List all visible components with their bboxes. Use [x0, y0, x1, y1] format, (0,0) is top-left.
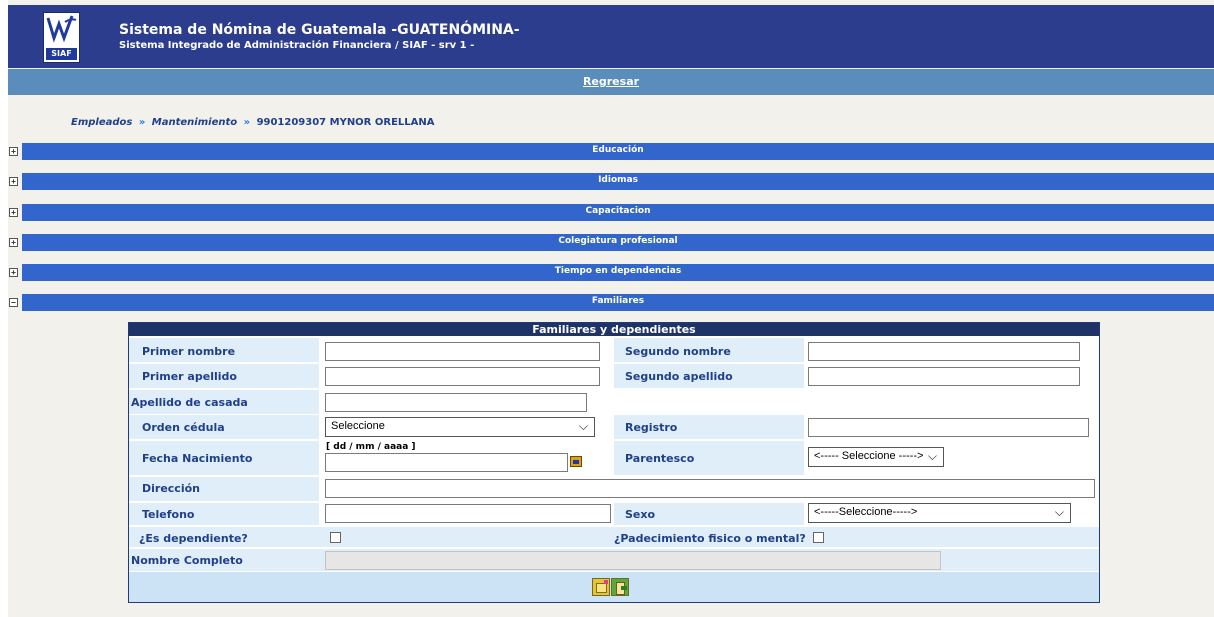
section-bar-idiomas[interactable]: Idiomas: [22, 173, 1214, 190]
label-telefono: Telefono: [142, 508, 195, 521]
back-link[interactable]: Regresar: [583, 75, 639, 88]
breadcrumb-item-empleados[interactable]: Empleados: [71, 117, 132, 128]
section-bar-educacion[interactable]: Educación: [22, 143, 1214, 160]
label-orden-cedula: Orden cédula: [142, 421, 225, 434]
expand-icon[interactable]: +: [9, 268, 18, 277]
label-nombre-completo: Nombre Completo: [131, 554, 243, 567]
system-title: Sistema de Nómina de Guatemala -GUATENÓM…: [119, 22, 520, 38]
breadcrumb-item-mantenimiento[interactable]: Mantenimiento: [152, 117, 237, 128]
label-sexo: Sexo: [625, 508, 656, 521]
label-registro: Registro: [625, 421, 678, 434]
label-apellido-casada: Apellido de casada: [131, 396, 248, 409]
section-bar-familiares[interactable]: Familiares: [22, 294, 1214, 311]
breadcrumb: Empleados » Mantenimiento » 9901209307 M…: [71, 117, 435, 128]
form-title: Familiares y dependientes: [129, 323, 1099, 336]
label-es-dependiente: ¿Es dependiente?: [139, 532, 248, 545]
label-padecimiento: ¿Padecimiento fisico o mental?: [614, 532, 806, 545]
calendar-icon[interactable]: [570, 456, 582, 467]
exit-icon[interactable]: [611, 578, 629, 596]
app-header: SIAF Sistema de Nómina de Guatemala -GUA…: [8, 5, 1214, 68]
es-dependiente-checkbox[interactable]: [330, 532, 341, 543]
section-bar-capacitacion[interactable]: Capacitacion: [22, 204, 1214, 221]
label-segundo-apellido: Segundo apellido: [625, 370, 733, 383]
telefono-input[interactable]: [325, 504, 611, 523]
padecimiento-checkbox[interactable]: [813, 532, 824, 543]
primer-nombre-input[interactable]: [325, 342, 600, 361]
orden-cedula-selected: Seleccione: [331, 420, 385, 432]
section-bar-colegiatura[interactable]: Colegiatura profesional: [22, 234, 1214, 251]
nombre-completo-input: [325, 551, 941, 570]
chevron-down-icon: ⌵: [1054, 505, 1064, 519]
segundo-apellido-input[interactable]: [808, 367, 1080, 386]
chevron-down-icon: ⌵: [927, 449, 937, 463]
sexo-selected: <-----Seleccione----->: [814, 506, 918, 518]
page: SIAF Sistema de Nómina de Guatemala -GUA…: [8, 0, 1214, 617]
expand-icon[interactable]: +: [9, 147, 18, 156]
orden-cedula-select[interactable]: Seleccione ⌵: [325, 417, 595, 437]
siaf-logo: SIAF: [43, 12, 80, 63]
back-bar: Regresar: [8, 69, 1214, 95]
system-subtitle: Sistema Integrado de Administración Fina…: [119, 40, 475, 51]
label-parentesco: Parentesco: [625, 452, 695, 465]
breadcrumb-separator-icon: »: [243, 117, 251, 128]
apellido-casada-input[interactable]: [325, 393, 587, 412]
direccion-input[interactable]: [325, 479, 1095, 498]
collapse-icon[interactable]: −: [9, 298, 18, 307]
form-actions: [129, 572, 1099, 602]
sexo-select[interactable]: <-----Seleccione-----> ⌵: [808, 503, 1071, 523]
section-educacion: + Educación: [8, 143, 1214, 160]
expand-icon[interactable]: +: [9, 208, 18, 217]
parentesco-selected: <----- Seleccione ----->: [814, 450, 924, 462]
label-fecha-nacimiento: Fecha Nacimiento: [142, 452, 253, 465]
breadcrumb-separator-icon: »: [138, 117, 146, 128]
section-idiomas: + Idiomas: [8, 173, 1214, 190]
new-record-icon[interactable]: [592, 578, 610, 596]
primer-apellido-input[interactable]: [325, 367, 600, 386]
fecha-nacimiento-input[interactable]: [325, 453, 568, 472]
segundo-nombre-input[interactable]: [808, 342, 1080, 361]
section-colegiatura: + Colegiatura profesional: [8, 234, 1214, 251]
section-capacitacion: + Capacitacion: [8, 204, 1214, 221]
chevron-down-icon: ⌵: [578, 419, 588, 433]
section-tiempo-dependencias: + Tiempo en dependencias: [8, 264, 1214, 281]
section-bar-tiempo-dependencias[interactable]: Tiempo en dependencias: [22, 264, 1214, 281]
label-primer-nombre: Primer nombre: [142, 345, 236, 358]
label-primer-apellido: Primer apellido: [142, 370, 237, 383]
label-direccion: Dirección: [142, 482, 200, 495]
parentesco-select[interactable]: <----- Seleccione -----> ⌵: [808, 447, 944, 467]
section-familiares: − Familiares: [8, 294, 1214, 311]
expand-icon[interactable]: +: [9, 177, 18, 186]
date-format-hint: [ dd / mm / aaaa ]: [326, 442, 416, 452]
registro-input[interactable]: [808, 418, 1089, 437]
breadcrumb-current: 9901209307 MYNOR ORELLANA: [256, 117, 435, 128]
label-segundo-nombre: Segundo nombre: [625, 345, 731, 358]
familiares-form-panel: Familiares y dependientes Primer nombre …: [128, 322, 1100, 603]
expand-icon[interactable]: +: [9, 238, 18, 247]
logo-text: SIAF: [46, 48, 77, 60]
